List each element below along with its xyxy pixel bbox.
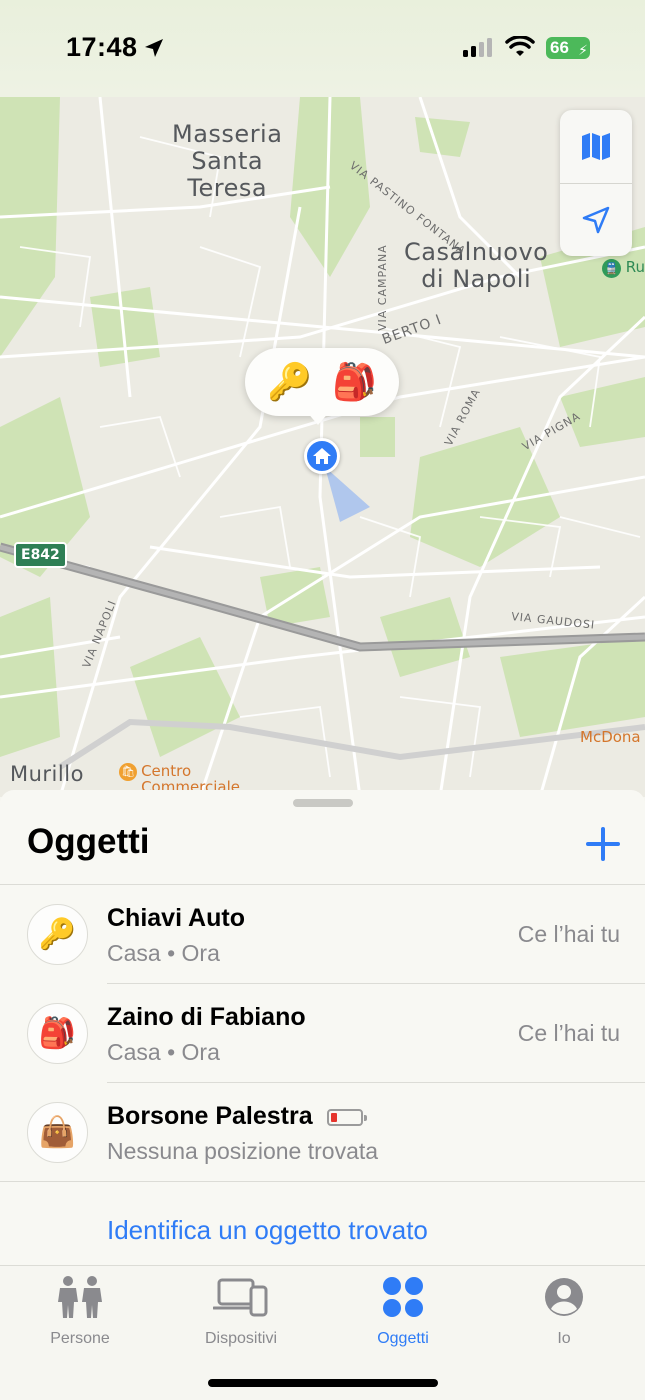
- poi-ru[interactable]: 🚆 Ru: [602, 258, 645, 278]
- home-indicator: [208, 1379, 438, 1387]
- low-battery-icon: [326, 1108, 367, 1126]
- tab-oggetti[interactable]: Oggetti: [343, 1274, 463, 1348]
- tab-label: Dispositivi: [204, 1330, 277, 1347]
- items-icon: [383, 1277, 423, 1317]
- map-icon: [582, 132, 610, 160]
- poi-label-ru: Ru: [625, 258, 645, 276]
- backpack-icon: 🎒: [332, 361, 377, 402]
- charging-bolt-icon: ⚡: [578, 42, 588, 58]
- location-arrow-icon: [582, 206, 610, 233]
- map-mode-button[interactable]: [560, 110, 632, 183]
- items-sheet: Oggetti 🔑 Chiavi Auto Casa • Ora Ce l’ha…: [0, 790, 645, 1265]
- item-name: Zaino di Fabiano: [107, 1003, 306, 1031]
- battery-indicator: 66 ⚡: [546, 37, 590, 59]
- item-subtitle: Casa • Ora: [107, 1039, 220, 1065]
- item-subtitle: Casa • Ora: [107, 940, 220, 966]
- list-item[interactable]: 👜 Borsone Palestra Nessuna posizione tro…: [0, 1082, 645, 1181]
- list-item[interactable]: 🔑 Chiavi Auto Casa • Ora Ce l’hai tu: [0, 884, 645, 983]
- locate-me-button[interactable]: [560, 183, 632, 256]
- place-label-murillo: Murillo: [10, 762, 84, 786]
- item-status: Ce l’hai tu: [517, 1020, 620, 1046]
- tab-dispositivi[interactable]: Dispositivi: [181, 1274, 301, 1348]
- bubble-tail: [306, 411, 330, 425]
- place-label-masseria: Masseria Santa Teresa: [172, 120, 283, 202]
- home-location-pin[interactable]: [304, 438, 340, 474]
- add-item-button[interactable]: [583, 824, 623, 864]
- wifi-icon: [505, 36, 535, 56]
- status-bar: 17:48 66 ⚡: [0, 0, 645, 97]
- identify-found-item-link[interactable]: Identifica un oggetto trovato: [107, 1215, 428, 1246]
- item-name: Borsone Palestra: [107, 1102, 313, 1130]
- place-label-casalnuovo: Casalnuovo di Napoli: [404, 238, 549, 293]
- cellular-signal-icon: [463, 38, 492, 57]
- item-name-row: Borsone Palestra: [107, 1102, 367, 1131]
- row-divider: [0, 1181, 645, 1182]
- people-icon: [58, 1276, 102, 1318]
- status-time: 17:48: [66, 32, 138, 62]
- item-name: Chiavi Auto: [107, 904, 245, 932]
- backpack-icon: 🎒: [27, 1003, 88, 1064]
- location-arrow-icon: [145, 39, 163, 57]
- tab-bar: Persone Dispositivi Oggetti Io: [0, 1265, 645, 1400]
- battery-level: 66: [550, 38, 569, 57]
- handbag-icon: 👜: [27, 1102, 88, 1163]
- list-item[interactable]: 🎒 Zaino di Fabiano Casa • Ora Ce l’hai t…: [0, 983, 645, 1082]
- shopping-bag-icon: 🛍: [119, 763, 138, 781]
- key-icon: 🔑: [27, 904, 88, 965]
- item-subtitle: Nessuna posizione trovata: [107, 1138, 379, 1164]
- home-icon: [313, 448, 331, 464]
- tab-io[interactable]: Io: [504, 1274, 624, 1348]
- sheet-grabber[interactable]: [293, 799, 353, 807]
- tab-label: Io: [557, 1330, 571, 1347]
- poi-mcdonalds[interactable]: McDona: [580, 729, 641, 745]
- devices-icon: [213, 1278, 268, 1317]
- key-icon: 🔑: [267, 361, 312, 402]
- person-circle-icon: [545, 1278, 583, 1316]
- sheet-title: Oggetti: [27, 822, 150, 861]
- tab-label: Oggetti: [377, 1330, 429, 1347]
- map-controls: [560, 110, 632, 256]
- items-location-bubble[interactable]: 🔑 🎒: [245, 348, 399, 416]
- map-view[interactable]: Masseria Santa Teresa Casalnuovo di Napo…: [0, 97, 645, 797]
- tab-persone[interactable]: Persone: [20, 1274, 140, 1348]
- road-shield-e842: E842: [14, 542, 67, 568]
- street-label-via-campana: VIA CAMPANA: [376, 244, 389, 331]
- train-icon: 🚆: [602, 259, 621, 278]
- item-status: Ce l’hai tu: [517, 921, 620, 947]
- tab-label: Persone: [50, 1330, 110, 1347]
